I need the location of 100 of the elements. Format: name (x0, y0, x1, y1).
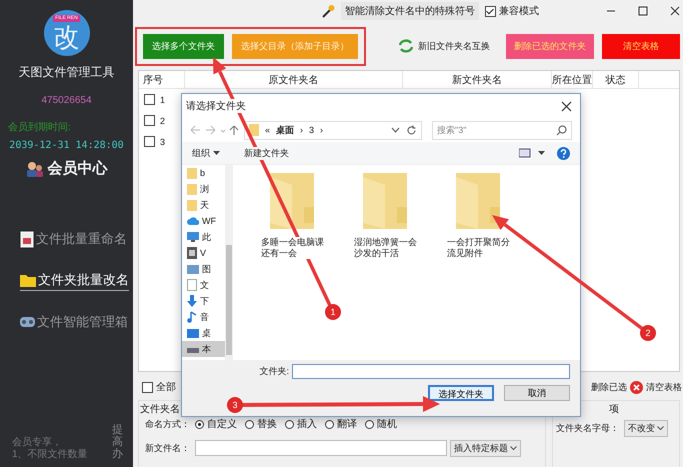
breadcrumb-item[interactable]: « (265, 125, 270, 135)
download-arrow-icon (187, 295, 197, 307)
clear-table-link[interactable]: 清空表格 (646, 380, 682, 394)
radio-label: 插入 (297, 418, 317, 431)
navigation-pane-item[interactable]: 本 (182, 341, 225, 357)
breadcrumb-item[interactable]: 3 (309, 125, 314, 135)
row-number: 3 (160, 136, 166, 146)
sidebar-nav-item[interactable]: 文件批量重命名 (20, 230, 127, 249)
scrollbar[interactable] (225, 165, 233, 360)
gamepad-icon (20, 316, 35, 328)
folder-icon (187, 168, 197, 178)
navigation-pane-item[interactable]: 下 (187, 293, 225, 309)
close-icon[interactable] (561, 100, 572, 112)
navigation-pane-item[interactable]: 桌 (187, 325, 225, 341)
case-dropdown[interactable]: 不改变 (624, 420, 668, 436)
navigation-pane-item[interactable]: 音 (187, 309, 225, 325)
document-icon (20, 230, 34, 248)
address-bar[interactable]: « 桌面 › 3 › (244, 120, 422, 140)
radio-label: 替换 (257, 418, 277, 431)
picture-icon (187, 264, 199, 274)
radio-label: 随机 (377, 418, 397, 431)
vertical-promo-text: 提高办 (112, 424, 123, 460)
cloud-icon (187, 217, 199, 225)
radio-button[interactable] (285, 420, 294, 428)
promo-text: 1、不限文件数量 (12, 449, 88, 461)
refresh-icon[interactable] (406, 124, 417, 136)
folder-field-label: 文件夹: (259, 365, 289, 378)
navigation-pane-item[interactable]: V (187, 245, 225, 261)
select-all-checkbox[interactable] (142, 382, 153, 392)
navigation-pane-item[interactable]: 天 (187, 197, 225, 213)
column-header: 新文件夹名 (403, 71, 552, 88)
row-checkbox[interactable] (144, 94, 155, 105)
radio-button[interactable] (245, 420, 254, 428)
clean-special-chars-link[interactable]: 智能清除文件名中的特殊符号 (341, 2, 479, 20)
group-title: 项 (609, 403, 619, 416)
swap-arrows-icon (398, 39, 414, 53)
desktop-icon (187, 328, 199, 338)
sidebar-nav-item[interactable]: 文件夹批量改名 (20, 271, 129, 291)
compat-mode-checkbox[interactable] (485, 6, 496, 16)
row-checkbox[interactable] (144, 136, 155, 147)
organize-menu[interactable]: 组织 (192, 146, 220, 160)
folder-icon (20, 274, 36, 286)
breadcrumb-item[interactable]: 桌面 (276, 124, 294, 136)
navigation-arrows-icon[interactable] (190, 124, 240, 136)
search-icon (556, 124, 567, 136)
monitor-icon (187, 232, 199, 242)
folder-name[interactable]: 一会打开聚简分流见附件 (447, 237, 510, 259)
column-header: 序号 (139, 71, 185, 88)
user-id: 475026654 (41, 95, 92, 106)
expiry-label: 会员到期时间: (8, 120, 71, 134)
select-folder-button[interactable]: 选择文件夹 (428, 385, 494, 401)
folder-name[interactable]: 湿润地弹簧一会沙发的干活 (354, 237, 417, 259)
chevron-down-icon (510, 446, 517, 450)
radio-button[interactable] (365, 420, 374, 428)
document-icon (187, 279, 197, 291)
delete-selected-link[interactable]: 删除已选 (591, 380, 627, 394)
folder-icon (187, 200, 197, 210)
navigation-pane-item[interactable]: 图 (187, 261, 225, 277)
sidebar-nav-item[interactable]: 文件智能管理箱 (20, 313, 128, 332)
view-options-icon[interactable] (519, 148, 547, 158)
compat-mode-label: 兼容模式 (499, 4, 539, 18)
insert-title-dropdown[interactable]: 插入特定标题 (450, 440, 521, 456)
new-name-field[interactable] (195, 440, 447, 456)
navigation-pane-item[interactable]: b (187, 165, 225, 181)
chevron-down-icon[interactable] (391, 127, 400, 133)
breadcrumb-item[interactable]: › (320, 125, 324, 135)
group-title: 文件夹名 (140, 402, 180, 416)
close-circle-icon (630, 380, 643, 394)
folder-name[interactable]: 多睡一会电脑课还有一会 (261, 237, 324, 259)
navigation-pane-item[interactable]: WF (187, 213, 225, 229)
promo-text: 会员专享， (12, 437, 63, 448)
app-name: 天图文件管理工具 (18, 64, 114, 81)
help-icon[interactable] (557, 146, 570, 160)
folder-field[interactable] (292, 364, 570, 379)
new-folder-button[interactable]: 新建文件夹 (244, 146, 289, 160)
radio-button[interactable] (325, 420, 334, 428)
member-center-link[interactable]: 会员中心 (48, 159, 108, 178)
navigation-pane-item[interactable]: 文 (187, 277, 225, 293)
caret-down-icon (213, 151, 220, 155)
dialog-title: 请选择文件夹 (186, 99, 246, 113)
column-header: 所在位置 (552, 71, 593, 88)
radio-button[interactable] (195, 420, 204, 428)
breadcrumb-item[interactable]: › (300, 125, 304, 135)
music-note-icon (187, 311, 197, 323)
expiry-date: 2039-12-31 14:28:00 (9, 140, 124, 151)
swap-names-link[interactable]: 新旧文件夹名互换 (418, 40, 490, 52)
navigation-pane-item[interactable]: 此 (187, 229, 225, 245)
row-checkbox[interactable] (144, 115, 155, 126)
drive-icon (187, 345, 199, 353)
column-header: 状态 (593, 71, 639, 88)
folder-icon (187, 184, 197, 194)
select-all-label: 全部 (156, 380, 176, 394)
maximize-icon[interactable] (638, 6, 648, 16)
row-number: 2 (160, 116, 166, 126)
film-icon (187, 247, 197, 259)
navigation-pane-item[interactable]: 浏 (187, 181, 225, 197)
folder-select-button[interactable]: 选择多个文件夹 (143, 34, 224, 58)
search-field[interactable]: 搜索"3" (432, 120, 572, 140)
close-icon[interactable] (670, 6, 680, 16)
cancel-button[interactable]: 取消 (504, 385, 570, 401)
